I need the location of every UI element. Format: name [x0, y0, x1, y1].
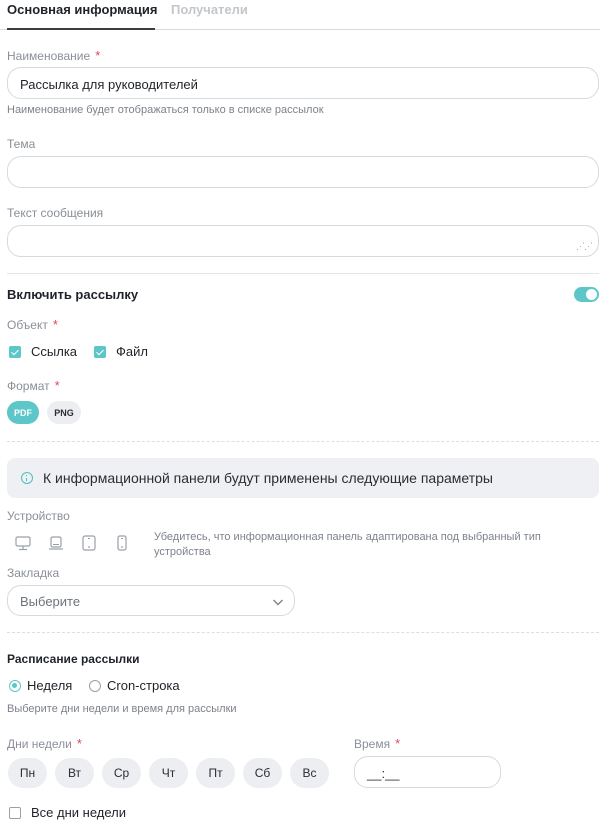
- info-icon: [21, 472, 33, 484]
- info-banner: К информационной панели будут применены …: [7, 458, 599, 498]
- message-label: Текст сообщения: [7, 206, 104, 220]
- enable-mailing-toggle[interactable]: [574, 287, 599, 302]
- object-file-label: Файл: [116, 344, 148, 359]
- name-hint: Наименование будет отображаться только в…: [7, 104, 324, 116]
- format-label: Формат *: [7, 378, 60, 393]
- chevron-down-icon: [272, 595, 284, 613]
- laptop-icon[interactable]: [47, 534, 65, 552]
- object-file-checkbox[interactable]: [94, 346, 106, 358]
- device-hint: Убедитесь, что информационная панель ада…: [154, 531, 541, 558]
- bookmark-label: Закладка: [7, 566, 60, 580]
- days-label: Дни недели *: [7, 736, 82, 751]
- time-input-value: __:__: [367, 766, 400, 781]
- active-tab-indicator: [7, 28, 155, 30]
- divider: [7, 273, 599, 274]
- required-mark: *: [76, 736, 82, 751]
- schedule-cron-radio[interactable]: [89, 680, 101, 692]
- message-textarea[interactable]: ⋰⋰: [7, 225, 599, 257]
- dashed-divider: [7, 441, 599, 442]
- name-input[interactable]: Рассылка для руководителей: [7, 67, 599, 99]
- day-friday-button[interactable]: Пт: [196, 758, 235, 788]
- day-monday-button[interactable]: Пн: [8, 758, 47, 788]
- time-input[interactable]: __:__: [354, 756, 501, 788]
- resize-handle-icon[interactable]: ⋰⋰: [576, 242, 593, 251]
- subject-input[interactable]: [7, 156, 599, 188]
- enable-mailing-label: Включить рассылку: [7, 287, 139, 302]
- format-pdf-chip[interactable]: PDF: [7, 401, 39, 424]
- day-sunday-button[interactable]: Вс: [290, 758, 329, 788]
- phone-icon[interactable]: [113, 534, 131, 552]
- required-mark: *: [52, 317, 58, 332]
- required-mark: *: [95, 48, 101, 63]
- toggle-knob: [586, 289, 597, 300]
- name-input-value: Рассылка для руководителей: [20, 77, 198, 92]
- tab-bar: Основная информация Получатели: [0, 0, 600, 30]
- tab-main-info[interactable]: Основная информация: [7, 2, 157, 17]
- day-saturday-button[interactable]: Сб: [243, 758, 282, 788]
- object-link-label: Ссылка: [31, 344, 78, 359]
- required-mark: *: [54, 378, 60, 393]
- object-label: Объект *: [7, 317, 58, 332]
- schedule-cron-label: Cron-строка: [107, 678, 180, 693]
- day-thursday-button[interactable]: Чт: [149, 758, 188, 788]
- dashed-divider: [7, 632, 599, 633]
- all-days-label: Все дни недели: [31, 805, 127, 820]
- desktop-icon[interactable]: [14, 534, 32, 552]
- info-banner-text: К информационной панели будут применены …: [43, 470, 493, 486]
- schedule-week-label: Неделя: [27, 678, 73, 693]
- time-label: Время *: [354, 736, 401, 751]
- bookmark-select-value: Выберите: [20, 594, 81, 609]
- tablet-icon[interactable]: [80, 534, 98, 552]
- device-label: Устройство: [7, 509, 70, 523]
- all-days-checkbox[interactable]: [9, 807, 21, 819]
- object-link-checkbox[interactable]: [9, 346, 21, 358]
- required-mark: *: [395, 736, 401, 751]
- bookmark-select[interactable]: Выберите: [7, 585, 295, 616]
- day-wednesday-button[interactable]: Ср: [102, 758, 141, 788]
- format-png-chip[interactable]: PNG: [47, 401, 81, 424]
- name-label: Наименование *: [7, 48, 101, 63]
- schedule-week-radio[interactable]: [9, 680, 21, 692]
- day-tuesday-button[interactable]: Вт: [55, 758, 94, 788]
- schedule-title: Расписание рассылки: [7, 652, 140, 666]
- tab-recipients[interactable]: Получатели: [171, 2, 248, 17]
- subject-label: Тема: [7, 137, 36, 151]
- schedule-hint: Выберите дни недели и время для рассылки: [7, 703, 237, 715]
